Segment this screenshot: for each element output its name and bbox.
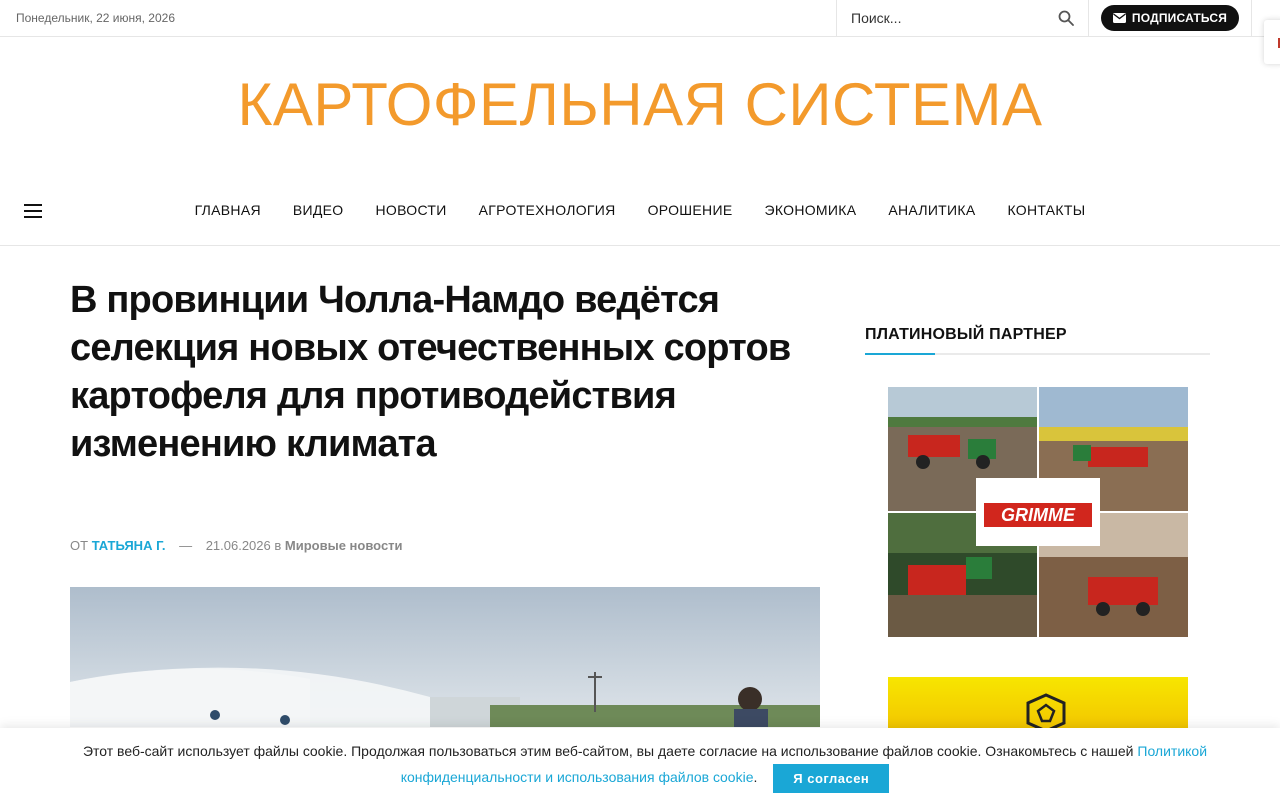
in-label: в (274, 538, 282, 553)
subscribe-button[interactable]: ПОДПИСАТЬСЯ (1101, 5, 1239, 31)
cookie-accept-button[interactable]: Я согласен (773, 764, 890, 793)
article-title: В провинции Чолла-Намдо ведётся селекция… (70, 279, 791, 465)
meta-dash: — (179, 538, 193, 553)
subscribe-label: ПОДПИСАТЬСЯ (1131, 11, 1228, 25)
nav-item-news[interactable]: НОВОСТИ (376, 202, 447, 218)
top-bar: Понедельник, 22 июня, 2026 ПОДПИСАТЬСЯ (0, 0, 1280, 37)
nav-item-contacts[interactable]: КОНТАКТЫ (1008, 202, 1086, 218)
search-icon[interactable] (1058, 10, 1074, 26)
by-label: ОТ (70, 538, 89, 553)
partner-banner[interactable]: GRIMME (888, 387, 1188, 637)
nav-item-home[interactable]: ГЛАВНАЯ (195, 202, 261, 218)
site-logo[interactable]: КАРТОФЕЛЬНАЯ СИСТЕМА (0, 70, 1280, 139)
partner-brand: GRIMME (1001, 505, 1076, 525)
sidebar-title-underline (865, 353, 1210, 355)
search-box[interactable] (836, 0, 1089, 36)
main-navigation: ГЛАВНАЯ ВИДЕО НОВОСТИ АГРОТЕХНОЛОГИЯ ОРО… (0, 180, 1280, 246)
sidebar-title: ПЛАТИНОВЫЙ ПАРТНЕР (865, 326, 1067, 343)
nav-item-economy[interactable]: ЭКОНОМИКА (764, 202, 856, 218)
nav-item-analytics[interactable]: АНАЛИТИКА (888, 202, 975, 218)
nav-item-video[interactable]: ВИДЕО (293, 202, 344, 218)
mail-icon (1112, 13, 1126, 23)
article-meta: ОТ Татьяна Г. — 21.06.2026 в Мировые нов… (70, 538, 403, 553)
cookie-message: Этот веб-сайт использует файлы cookie. П… (40, 738, 1250, 793)
side-widget-tab[interactable] (1264, 20, 1280, 64)
article-hero-image (70, 587, 820, 727)
cookie-consent-bar: Этот веб-сайт использует файлы cookie. П… (0, 728, 1280, 800)
nav-item-irrigation[interactable]: ОРОШЕНИЕ (648, 202, 733, 218)
search-input[interactable] (851, 8, 1051, 28)
nav-item-agrotech[interactable]: АГРОТЕХНОЛОГИЯ (479, 202, 616, 218)
article-date: 21.06.2026 (205, 538, 271, 553)
cookie-period: . (753, 769, 758, 786)
author-link[interactable]: Татьяна Г. (92, 538, 166, 553)
cookie-text: Этот веб-сайт использует файлы cookie. П… (82, 743, 1134, 759)
category-link[interactable]: Мировые новости (285, 538, 403, 553)
current-date: Понедельник, 22 июня, 2026 (16, 11, 175, 25)
divider (1251, 0, 1252, 36)
